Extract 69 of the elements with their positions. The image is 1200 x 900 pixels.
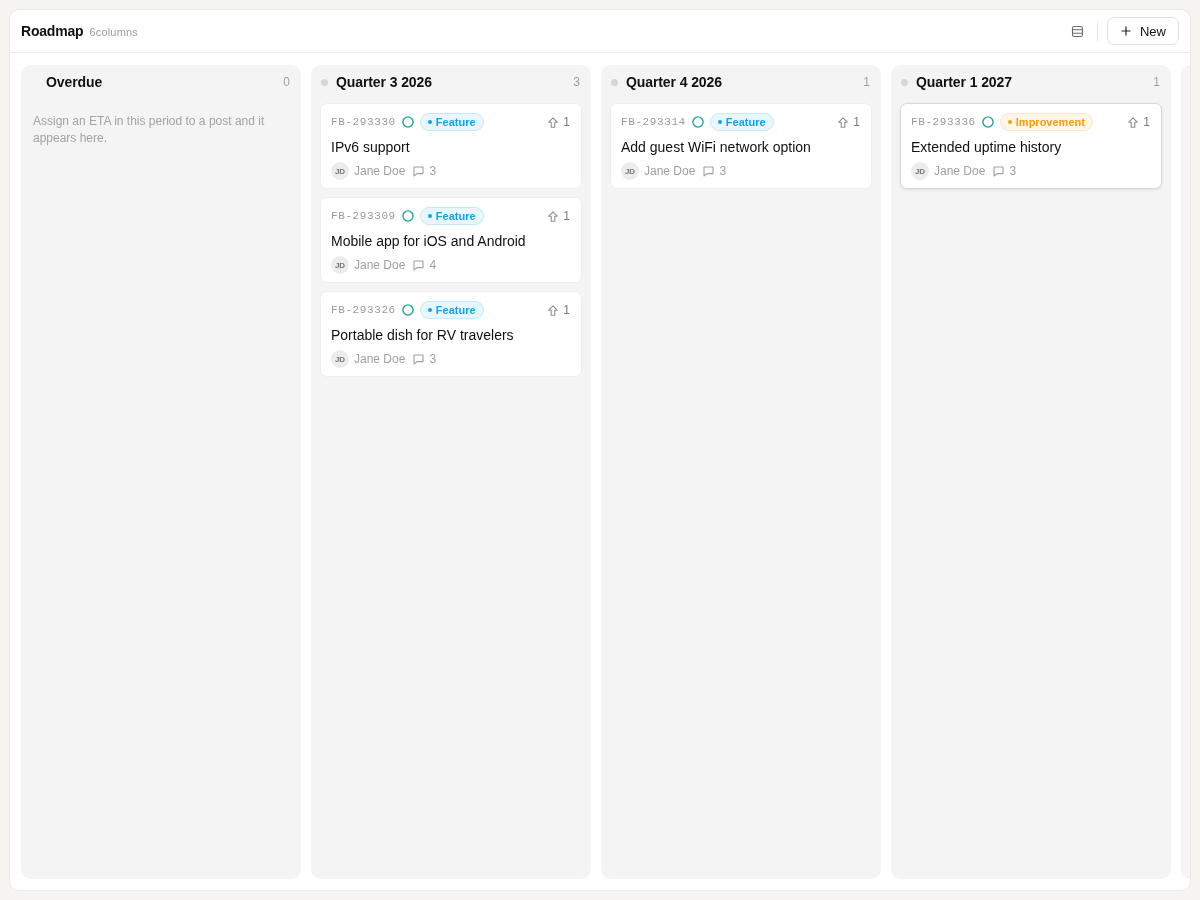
vote-count: 1	[1143, 115, 1150, 129]
circle-icon	[981, 116, 994, 128]
vote-count: 1	[853, 115, 860, 129]
circle-icon	[401, 210, 414, 222]
roadmap-card[interactable]: FB-293314 Feature 1 Add guest WiFi network option JD Jane Doe 3	[610, 103, 872, 189]
column-title: Overdue	[46, 74, 103, 90]
card-title: Mobile app for iOS and Android	[331, 232, 527, 251]
circle-icon	[401, 116, 414, 128]
empty-message: Assign an ETA in this period to a post and it appears here.	[32, 113, 266, 147]
roadmap-card[interactable]: FB-293326 Feature 1 Portable dish for RV travelers JD Jane Doe 3	[320, 291, 582, 377]
comment-count: 3	[719, 164, 727, 178]
author-name: Jane Doe	[354, 258, 406, 272]
arrow-up-icon[interactable]	[548, 210, 559, 222]
column-count: 1	[1153, 75, 1160, 89]
comment-icon	[413, 353, 425, 365]
roadmap-card[interactable]: FB-293309 Feature 1 Mobile app for iOS and Android JD Jane Doe 4	[320, 197, 582, 283]
column-title: Quarter 3 2026	[336, 74, 432, 90]
vote-count: 1	[563, 115, 570, 129]
author-name: Jane Doe	[934, 164, 986, 178]
card-title: Add guest WiFi network option	[621, 138, 812, 157]
card-title: Extended uptime history	[911, 138, 1063, 157]
arrow-up-icon[interactable]	[548, 116, 559, 128]
column-total: 6columns	[89, 26, 139, 38]
arrow-up-icon[interactable]	[1128, 116, 1139, 128]
tag-label: Feature	[435, 116, 476, 128]
plus-icon	[1121, 26, 1131, 36]
new-button[interactable]: New	[1107, 17, 1179, 45]
post-id: FB-293314	[621, 116, 686, 128]
avatar: JD	[331, 162, 349, 180]
avatar: JD	[331, 350, 349, 368]
comment-count: 3	[429, 164, 437, 178]
column-title: Quarter 1 2027	[916, 74, 1012, 90]
roadmap-card[interactable]: FB-293336 Improvement 1 Extended uptime history JD Jane Doe 3	[900, 103, 1162, 189]
vote-count: 1	[563, 303, 570, 317]
column-title: Quarter 4 2026	[626, 74, 722, 90]
column-count: 1	[863, 75, 870, 89]
comment-icon	[413, 165, 425, 177]
column-count: 3	[573, 75, 580, 89]
circle-icon	[401, 304, 414, 316]
circle-icon	[691, 116, 704, 128]
comment-icon	[993, 165, 1005, 177]
post-id: FB-293336	[911, 116, 976, 128]
post-id: FB-293309	[331, 210, 396, 222]
tag-label: Improvement	[1015, 116, 1085, 128]
comment-count: 4	[429, 258, 437, 272]
author-name: Jane Doe	[354, 352, 406, 366]
comment-count: 3	[429, 352, 437, 366]
roadmap-card[interactable]: FB-293330 Feature 1 IPv6 support JD Jane Doe 3	[320, 103, 582, 189]
vote-count: 1	[563, 209, 570, 223]
post-id: FB-293330	[331, 116, 396, 128]
card-title: Portable dish for RV travelers	[331, 326, 515, 345]
tag-label: Feature	[725, 116, 766, 128]
avatar: JD	[621, 162, 639, 180]
author-name: Jane Doe	[644, 164, 696, 178]
avatar: JD	[331, 256, 349, 274]
arrow-up-icon[interactable]	[548, 304, 559, 316]
tag-label: Feature	[435, 210, 476, 222]
tag-label: Feature	[435, 304, 476, 316]
comment-icon	[703, 165, 715, 177]
post-id: FB-293326	[331, 304, 396, 316]
card-title: IPv6 support	[331, 138, 411, 157]
comment-icon	[413, 259, 425, 271]
avatar: JD	[911, 162, 929, 180]
column-count: 0	[283, 75, 290, 89]
page-title: Roadmap	[21, 23, 84, 39]
list-icon[interactable]	[1071, 24, 1084, 38]
arrow-up-icon[interactable]	[838, 116, 849, 128]
comment-count: 3	[1009, 164, 1017, 178]
author-name: Jane Doe	[354, 164, 406, 178]
